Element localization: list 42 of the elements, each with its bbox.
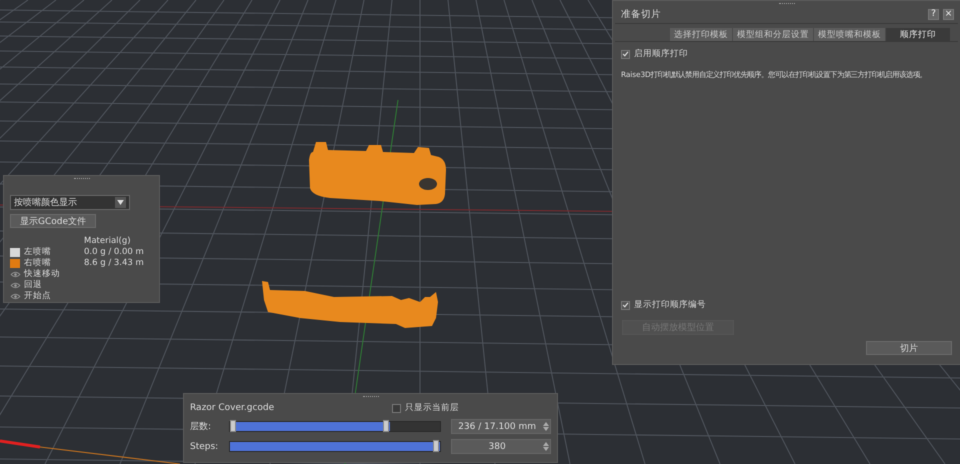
checkbox[interactable]: [392, 404, 401, 412]
tab[interactable]: 模型组和分层设置: [733, 28, 813, 41]
tab[interactable]: 模型喷嘴和模板: [814, 28, 885, 41]
down-arrow-icon[interactable]: [543, 447, 549, 451]
slider-label: Steps:: [190, 442, 220, 452]
slider-label: 层数:: [190, 420, 212, 433]
legend-label: 快速移动: [24, 269, 61, 280]
legend-label: 右喷嘴: [24, 258, 52, 269]
slider-track[interactable]: [229, 421, 442, 432]
tab[interactable]: 选择打印模板: [670, 28, 732, 41]
up-arrow-icon[interactable]: [543, 442, 549, 446]
value-spinbox[interactable]: 380: [451, 439, 551, 454]
model-part[interactable]: [262, 281, 438, 328]
material-amount: 8.6 g / 3.43 m: [84, 258, 145, 269]
legend-label: 开始点: [24, 291, 52, 302]
checkbox-label: 显示打印顺序编号: [634, 299, 706, 311]
up-arrow-icon[interactable]: [543, 422, 549, 426]
checkbox-label: 只显示当前层: [405, 402, 459, 414]
checkbox[interactable]: [621, 50, 630, 58]
close-button[interactable]: ×: [943, 9, 954, 20]
panel-title: 准备切片: [621, 8, 662, 21]
drag-handle[interactable]: [74, 178, 90, 181]
legend-label: 回退: [24, 280, 43, 291]
drag-handle[interactable]: [778, 3, 794, 6]
value-spinbox[interactable]: 236 / 17.100 mm: [451, 419, 551, 434]
display-mode-dropdown[interactable]: 按喷嘴颜色显示: [10, 195, 130, 210]
slider-thumb[interactable]: [230, 420, 236, 432]
show-gcode-button[interactable]: 显示GCode文件: [10, 214, 96, 228]
caret-icon: [115, 197, 126, 208]
column-heading: Material(g): [84, 236, 132, 247]
model-part[interactable]: [309, 142, 446, 205]
drag-handle[interactable]: [362, 396, 378, 399]
tab[interactable]: 顺序打印: [886, 28, 950, 41]
checkbox[interactable]: [621, 300, 630, 310]
checkbox-label: 启用顺序打印: [634, 48, 688, 60]
down-arrow-icon[interactable]: [543, 427, 549, 431]
material-amount: 0.0 g / 0.00 m: [84, 247, 145, 258]
slider-thumb[interactable]: [433, 440, 440, 452]
file-name: Razor Cover.gcode: [190, 403, 274, 413]
legend-label: 左喷嘴: [24, 247, 52, 258]
help-button[interactable]: ?: [928, 9, 939, 20]
slice-button[interactable]: 切片: [866, 341, 952, 355]
